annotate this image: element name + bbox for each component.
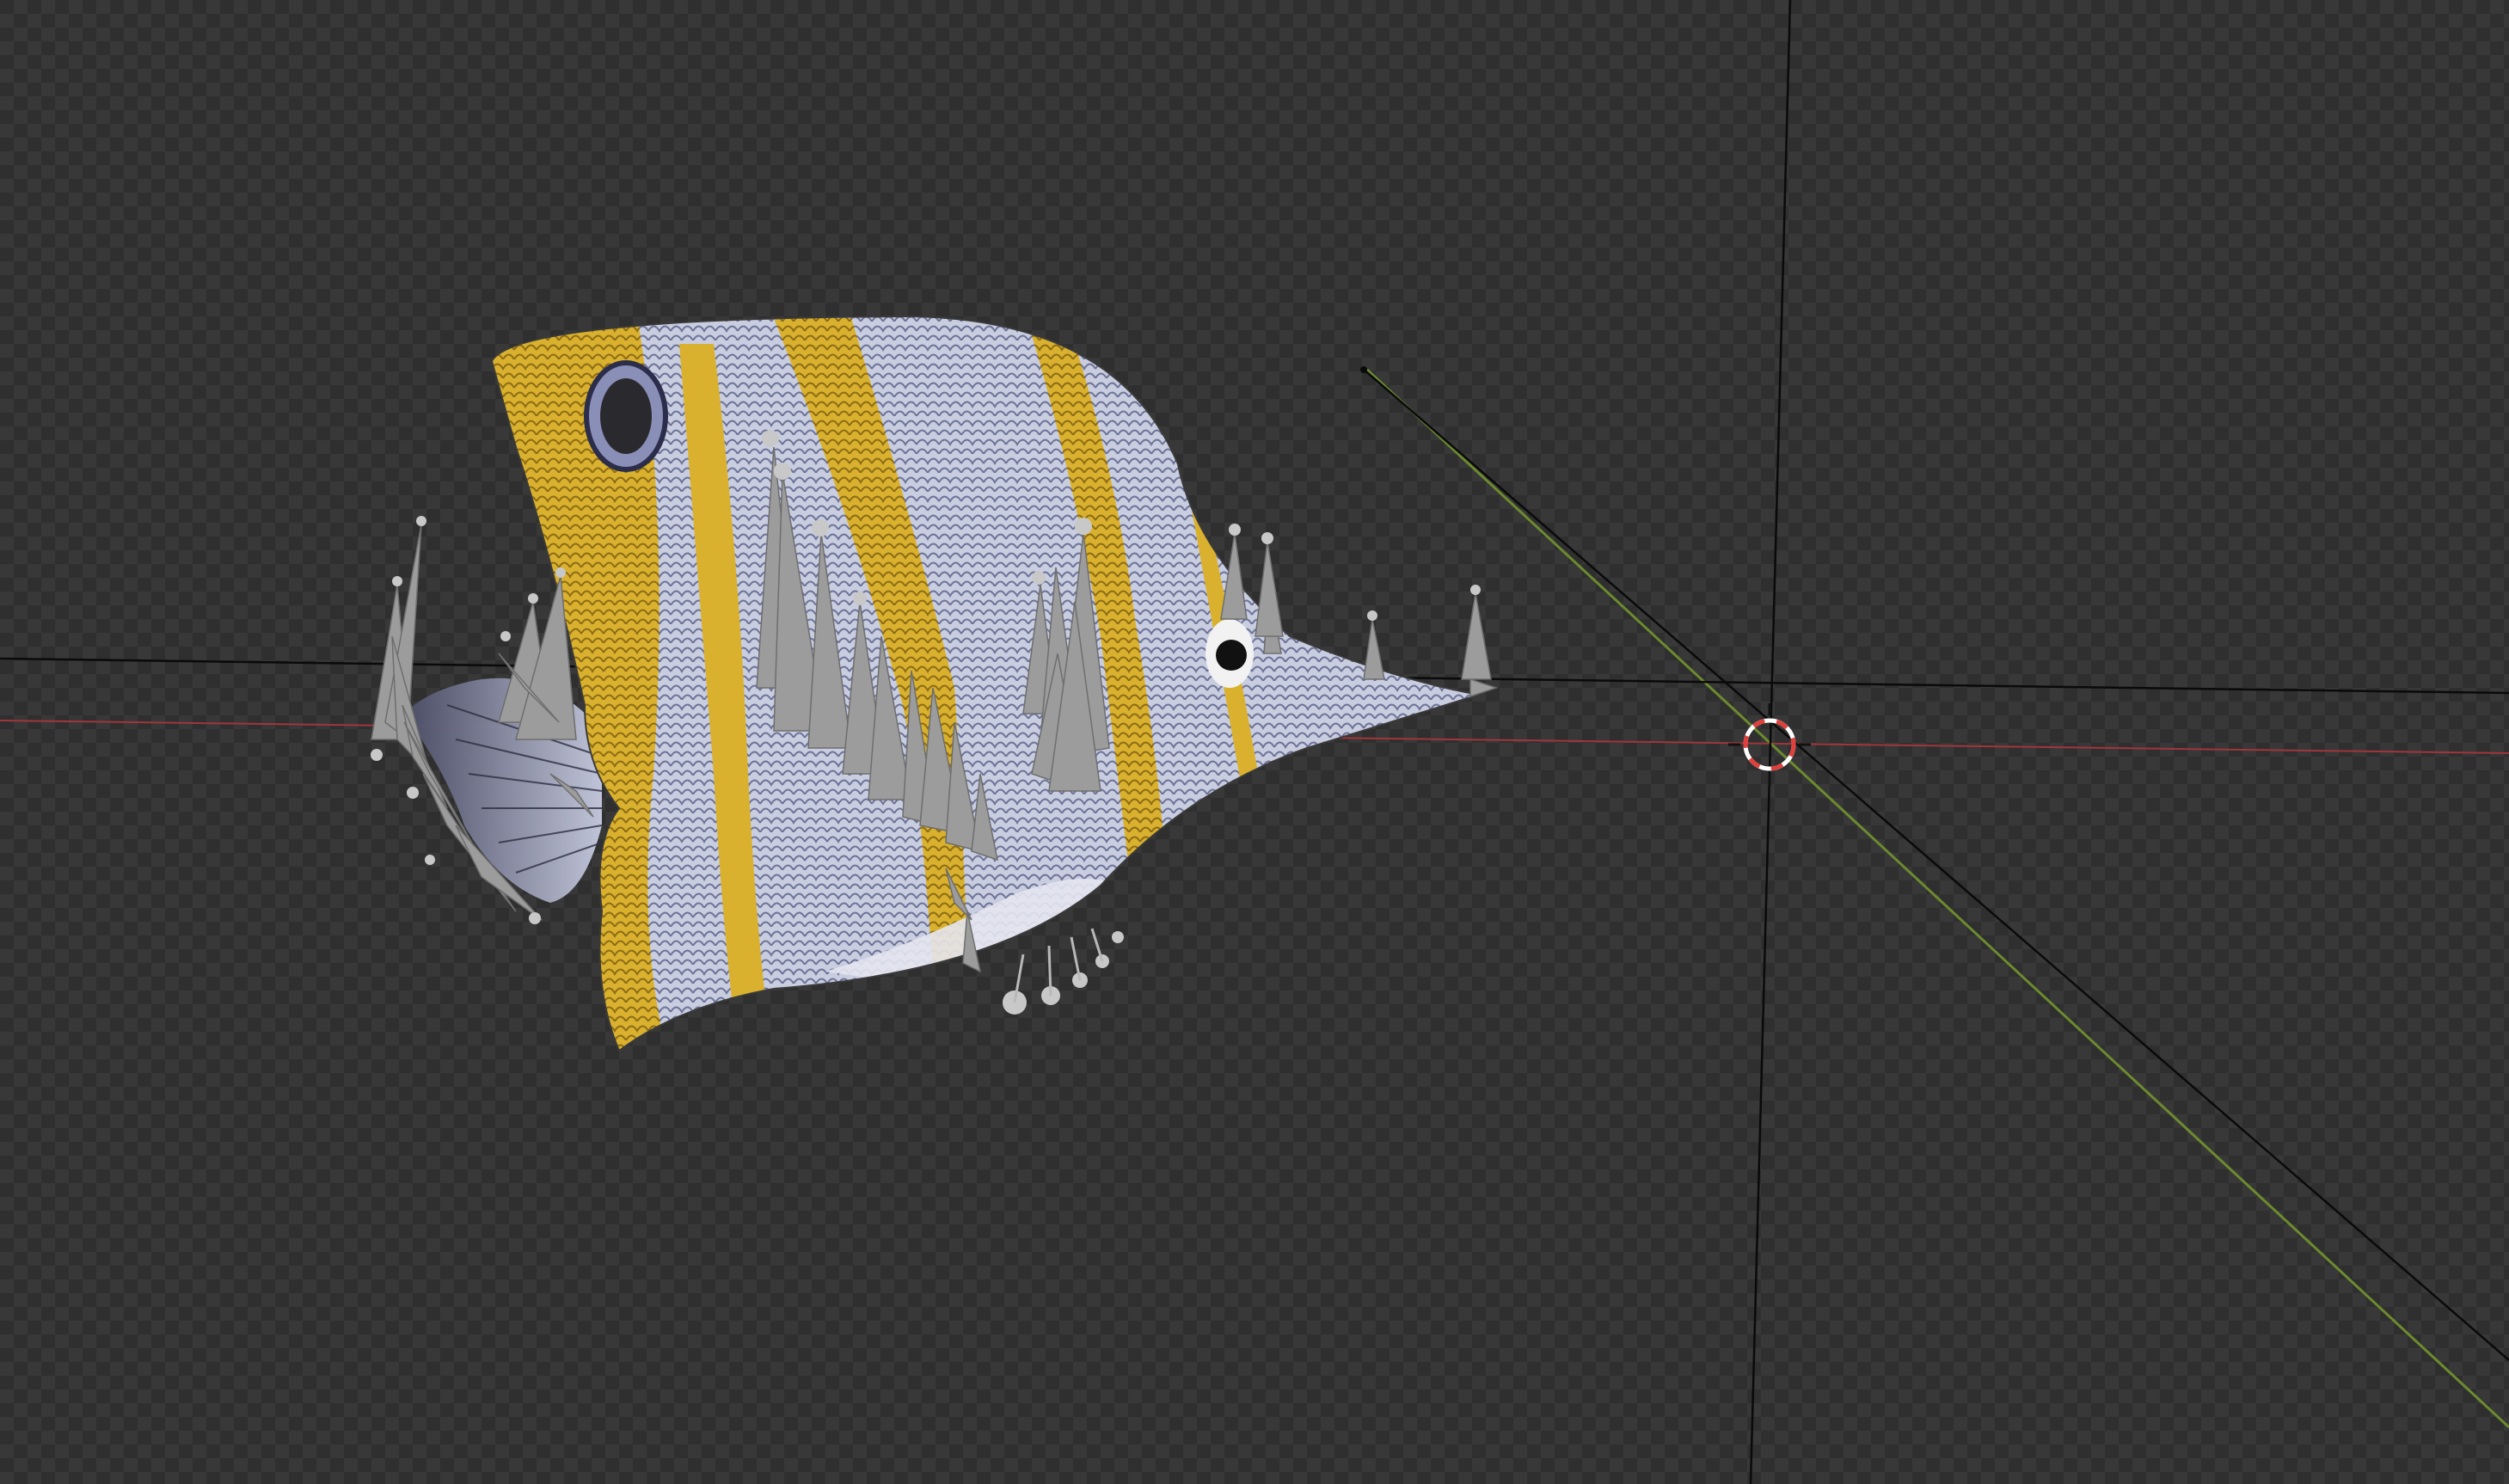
grid-line-vertical [1749,0,1792,1484]
fish-eye-spot [584,360,668,472]
grid-line-diagonal [1361,367,2509,1361]
y-axis-line [1365,368,2509,1429]
fish-eye [1205,619,1254,688]
viewport-scene[interactable] [0,0,2509,1484]
3d-viewport[interactable] [0,0,2509,1484]
